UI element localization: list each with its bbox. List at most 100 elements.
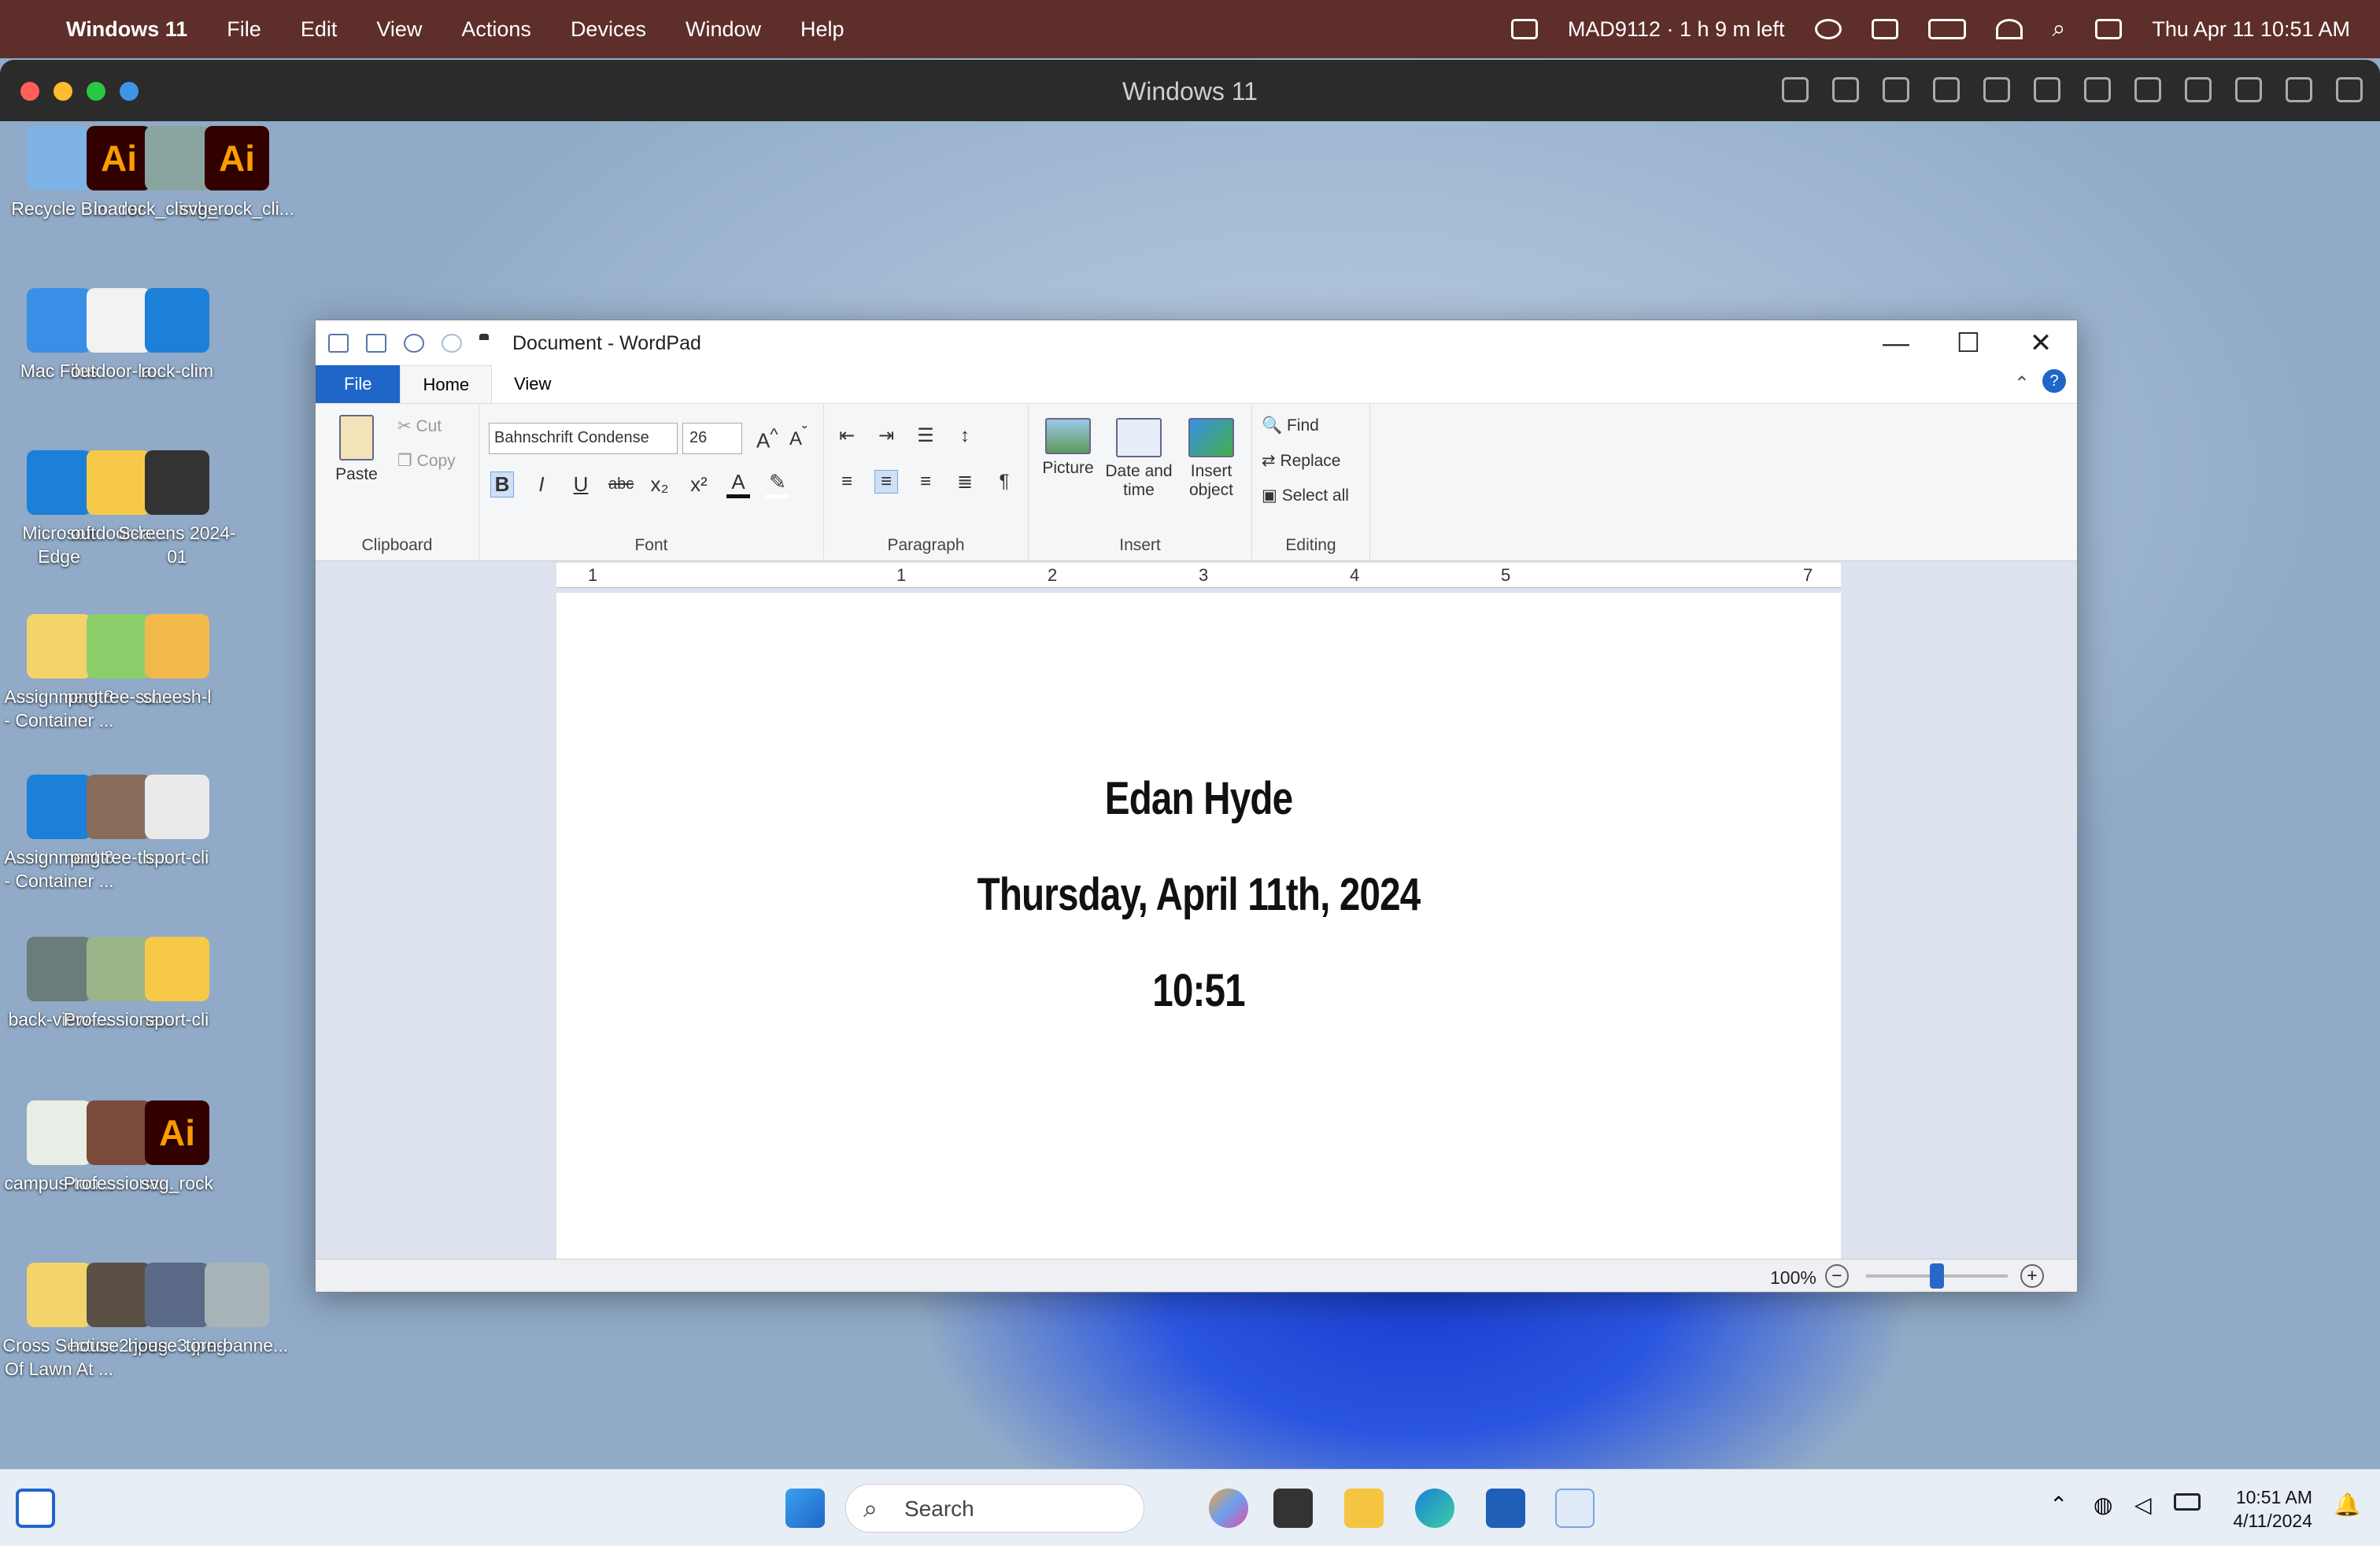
menu-file[interactable]: File [227,17,261,42]
menu-view[interactable]: View [376,17,422,42]
desktop-icon[interactable]: Ai svg_rock_cli... [178,126,296,220]
decrease-indent-icon[interactable]: ⇤ [835,424,859,447]
picture-button[interactable]: Picture [1037,418,1099,478]
collapse-ribbon-icon[interactable]: ⌃ [2014,372,2030,395]
strikethrough-button[interactable]: abc [608,475,634,494]
keyboard-icon[interactable] [1782,77,1809,102]
paste-button[interactable]: Paste [333,415,380,484]
shared-folder-icon[interactable] [2235,77,2262,102]
spotlight-search-icon[interactable]: ⌕ [2053,16,2066,43]
tab-home[interactable]: Home [400,365,493,403]
desktop-icon[interactable]: sheesh-l [118,614,236,708]
network-icon[interactable] [1983,77,2010,102]
search-box[interactable]: ⌕ Search [845,1484,1144,1533]
font-color-button[interactable]: A [726,470,750,498]
select-all-button[interactable]: ▣ Select all [1262,486,1349,505]
battery-icon[interactable] [1927,19,1966,39]
tray-overflow-icon[interactable]: ⌃ [2049,1492,2068,1518]
minimize-button[interactable]: — [1860,320,1932,366]
menu-edit[interactable]: Edit [301,17,338,42]
grow-font-button[interactable]: A^ [756,424,778,453]
tab-view[interactable]: View [492,365,573,403]
file-explorer-icon[interactable] [1344,1489,1384,1528]
volume-tray-icon[interactable]: ◁ [2134,1492,2152,1518]
edge-icon[interactable] [1415,1489,1454,1528]
menu-devices[interactable]: Devices [571,17,646,42]
line-spacing-icon[interactable]: ↕ [953,425,977,447]
font-name-select[interactable]: Bahnschrift Condense [489,423,678,454]
font-size-select[interactable]: 26 [682,423,742,454]
microphone-icon[interactable] [2084,77,2111,102]
task-view-icon[interactable] [1273,1489,1313,1528]
notification-bell-icon[interactable]: 🔔 [2334,1492,2361,1518]
battery-status-text[interactable]: MAD9112 · 1 h 9 m left [1568,17,1785,42]
desktop-icon[interactable]: rock-clim [118,288,236,383]
align-right-icon[interactable]: ≡ [914,471,937,493]
camera-off-icon[interactable] [1933,77,1960,102]
zoom-in-button[interactable]: + [2020,1264,2044,1288]
subscript-button[interactable]: x₂ [648,472,671,497]
sound-icon[interactable] [2034,77,2060,102]
tab-file[interactable]: File [316,365,401,403]
copy-button[interactable]: ❐ Copy [397,451,456,471]
network-tray-icon[interactable]: ◍ [2094,1492,2112,1518]
widgets-icon[interactable] [16,1489,55,1528]
undo-icon[interactable] [404,334,424,353]
zoom-slider-thumb[interactable] [1930,1263,1944,1289]
menu-help[interactable]: Help [800,17,844,42]
bold-button[interactable]: B [490,471,514,497]
control-center-icon[interactable] [2095,19,2123,39]
insert-object-button[interactable]: Insert object [1178,418,1244,500]
taskbar-clock[interactable]: 10:51 AM 4/11/2024 [2233,1485,2312,1533]
zoom-slider[interactable] [1866,1263,2008,1289]
wordpad-taskbar-icon[interactable] [1555,1489,1595,1528]
zoom-out-button[interactable]: − [1825,1264,1849,1288]
desktop-icon[interactable]: Ai svg_rock [118,1100,236,1195]
menu-app-name[interactable]: Windows 11 [66,17,187,42]
cut-button[interactable]: ✂ Cut [397,416,442,436]
document-page[interactable]: Edan Hyde Thursday, April 11th, 2024 10:… [556,593,1841,1260]
settings-gear-icon[interactable] [2336,77,2363,102]
battery-tray-icon[interactable] [2174,1493,2201,1511]
menu-datetime[interactable]: Thu Apr 11 10:51 AM [2152,17,2350,42]
maximize-button[interactable]: ☐ [1932,320,2005,366]
customize-toolbar-icon[interactable] [479,334,489,353]
widgets-icon[interactable] [1871,19,1898,39]
desktop-icon[interactable]: sport-cli [118,775,236,869]
usb-icon[interactable] [1883,77,1909,102]
replace-button[interactable]: ⇄ Replace [1262,451,1341,471]
wordpad-app-icon[interactable] [328,334,349,353]
bullets-icon[interactable]: ☰ [914,424,937,447]
desktop-icon[interactable]: sport-cli [118,937,236,1031]
start-icon[interactable] [785,1489,825,1528]
ruler[interactable]: 1 1 2 3 4 5 7 [556,563,1841,588]
menu-actions[interactable]: Actions [461,17,531,42]
find-button[interactable]: 🔍 Find [1262,416,1319,435]
underline-button[interactable]: U [569,472,593,497]
desktop-icon[interactable]: Screens 2024-01 [118,450,236,568]
menu-window[interactable]: Window [686,17,761,42]
superscript-button[interactable]: x² [687,472,711,497]
desktop-icon[interactable]: torn-banne... [178,1263,296,1357]
parallels-status-icon[interactable] [1510,19,1538,39]
close-button[interactable]: ✕ [2005,320,2077,366]
italic-button[interactable]: I [530,472,553,497]
align-left-icon[interactable]: ≡ [835,471,859,493]
wifi-off-icon[interactable] [1995,19,2023,39]
creative-cloud-icon[interactable] [1814,19,1842,39]
video-icon[interactable] [2185,77,2212,102]
store-icon[interactable] [1486,1489,1525,1528]
back-icon[interactable] [2286,77,2312,102]
paragraph-settings-icon[interactable]: ¶ [992,471,1016,493]
save-icon[interactable] [366,334,386,353]
drive-icon[interactable] [2134,77,2161,102]
highlight-button[interactable]: ✎ [766,470,789,498]
justify-icon[interactable]: ≣ [953,471,977,494]
increase-indent-icon[interactable]: ⇥ [874,424,898,447]
copilot-icon[interactable] [1209,1489,1248,1528]
redo-icon[interactable] [442,334,462,353]
date-time-button[interactable]: Date and time [1101,418,1177,500]
help-icon[interactable]: ? [2042,369,2066,393]
align-center-icon[interactable]: ≡ [874,470,898,494]
cpu-icon[interactable] [1832,77,1859,102]
